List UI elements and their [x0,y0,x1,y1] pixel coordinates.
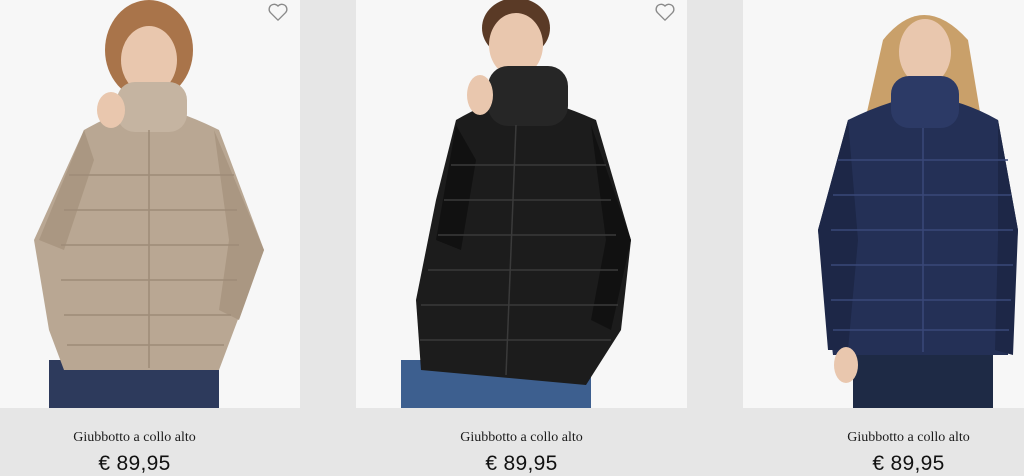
product-name[interactable]: Giubbotto a collo alto [356,430,687,446]
product-image[interactable] [356,0,687,408]
product-info: Giubbotto a collo alto € 89,95 [356,408,687,476]
wishlist-heart-icon[interactable] [654,2,676,22]
product-price: € 89,95 [485,452,558,475]
product-info: Giubbotto a collo alto € 89,95 [743,408,1024,476]
product-info: Giubbotto a collo alto € 89,95 [0,408,300,476]
product-card[interactable]: Giubbotto a collo alto € 89,95 [743,0,1024,476]
wishlist-heart-icon[interactable] [267,2,289,22]
product-name[interactable]: Giubbotto a collo alto [0,430,300,446]
product-price: € 89,95 [872,452,945,475]
product-name[interactable]: Giubbotto a collo alto [743,430,1024,446]
product-image[interactable] [0,0,300,408]
product-image[interactable] [743,0,1024,408]
product-card[interactable]: Giubbotto a collo alto € 89,95 [356,0,687,476]
product-card[interactable]: Giubbotto a collo alto € 89,95 [0,0,300,476]
product-price: € 89,95 [98,452,171,475]
